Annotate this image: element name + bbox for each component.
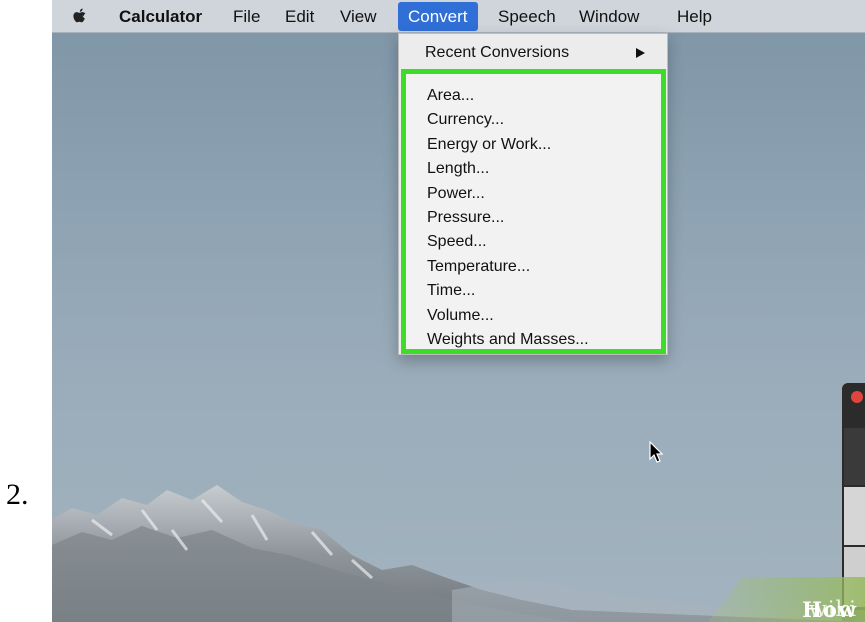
submenu-arrow-icon xyxy=(636,48,645,58)
menu-item-length[interactable]: Length... xyxy=(427,157,589,181)
menu-app-name[interactable]: Calculator xyxy=(119,7,202,27)
menu-bar: Calculator File Edit View Convert Speech… xyxy=(52,0,865,33)
step-number: 2. xyxy=(6,478,29,511)
menu-item-volume[interactable]: Volume... xyxy=(427,304,589,328)
menu-item-speed[interactable]: Speed... xyxy=(427,230,589,254)
menu-help[interactable]: Help xyxy=(677,7,712,27)
recent-conversions-label: Recent Conversions xyxy=(425,44,570,61)
menu-window[interactable]: Window xyxy=(579,7,639,27)
menu-item-power[interactable]: Power... xyxy=(427,182,589,206)
menu-edit[interactable]: Edit xyxy=(285,7,314,27)
menu-item-temperature[interactable]: Temperature... xyxy=(427,255,589,279)
unit-options-highlight: Area... Currency... Energy or Work... Le… xyxy=(401,69,666,354)
menu-view[interactable]: View xyxy=(340,7,377,27)
menu-item-area[interactable]: Area... xyxy=(427,84,589,108)
menu-file[interactable]: File xyxy=(233,7,260,27)
close-window-icon[interactable] xyxy=(851,391,863,403)
unit-options-list: Area... Currency... Energy or Work... Le… xyxy=(427,84,589,352)
apple-icon[interactable] xyxy=(71,6,89,26)
menu-speech[interactable]: Speech xyxy=(498,7,556,27)
menu-item-weights-and-masses[interactable]: Weights and Masses... xyxy=(427,328,589,352)
menu-convert[interactable]: Convert xyxy=(398,2,478,31)
menu-item-currency[interactable]: Currency... xyxy=(427,108,589,132)
menu-item-energy-or-work[interactable]: Energy or Work... xyxy=(427,133,589,157)
desktop-screenshot: Calculator File Edit View Convert Speech… xyxy=(52,0,865,622)
menu-item-recent-conversions[interactable]: Recent Conversions xyxy=(399,37,667,67)
menu-item-pressure[interactable]: Pressure... xyxy=(427,206,589,230)
menu-item-time[interactable]: Time... xyxy=(427,279,589,303)
watermark-suffix: How xyxy=(802,597,857,622)
convert-dropdown-menu: Recent Conversions Area... Currency... E… xyxy=(398,33,668,355)
